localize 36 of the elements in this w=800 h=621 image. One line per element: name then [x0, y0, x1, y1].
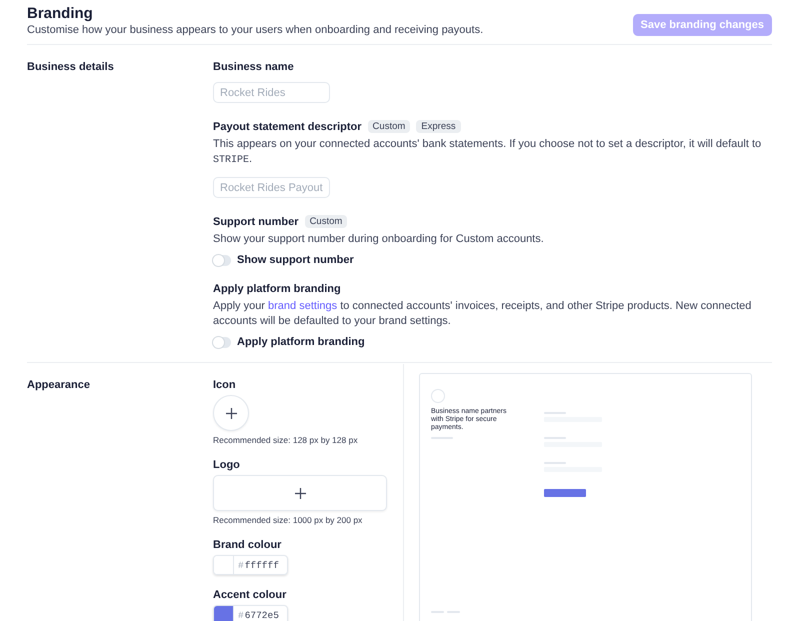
descriptor-field[interactable]: Rocket Rides Payout: [213, 177, 330, 198]
brand-settings-link[interactable]: brand settings: [268, 300, 338, 312]
field-description: This appears on your connected accounts' bank statements. If you choose not to set a descriptor, it will default to STRIPE.: [213, 137, 762, 168]
logo-upload-button[interactable]: [213, 475, 387, 511]
size-hint: Recommended size: 128 px by 128 px: [213, 435, 358, 445]
field-label: Logo: [213, 459, 240, 471]
page-subtitle: Customise how your business appears to your users when onboarding and receiving payouts.: [27, 24, 484, 36]
field-label: Payout statement descriptor: [213, 120, 362, 132]
icon-upload-button[interactable]: [213, 395, 249, 431]
field-label: Brand colour: [213, 539, 282, 551]
page-title: Branding: [27, 5, 94, 22]
toggle-switch[interactable]: [213, 254, 231, 266]
field-label: Support number: [213, 216, 299, 228]
section-label: Business details: [27, 61, 115, 75]
toggle-label: Apply platform branding: [237, 336, 365, 348]
account-type-tag: Custom: [304, 215, 348, 228]
account-type-tag: Express: [416, 120, 461, 133]
field-description: Apply your brand settings to connected accounts' invoices, receipts, and other Stripe products. New connected accounts will be defaulted to your brand settings.: [213, 299, 752, 329]
field-label: Icon: [213, 379, 236, 391]
business-name-field[interactable]: Rocket Rides: [213, 82, 330, 103]
preview-icon-placeholder: [431, 389, 445, 403]
field-description: Show your support number during onboarding for Custom accounts.: [213, 232, 544, 247]
section-label: Appearance: [27, 379, 91, 393]
toggle-switch[interactable]: [213, 336, 231, 348]
colour-field[interactable]: #6772e5: [213, 605, 288, 621]
size-hint: Recommended size: 1000 px by 200 px: [213, 515, 362, 525]
field-label: Accent colour: [213, 589, 286, 601]
plus-icon: [294, 488, 306, 498]
colour-field[interactable]: #ffffff: [213, 555, 288, 575]
colour-value: #ffffff: [237, 558, 279, 572]
plus-icon: [226, 408, 236, 418]
field-label: Apply platform branding: [213, 283, 341, 295]
colour-value: #6772e5: [237, 608, 279, 621]
field-label: Business name: [213, 61, 294, 73]
account-type-tag: Custom: [368, 120, 410, 133]
toggle-label: Show support number: [237, 254, 354, 266]
